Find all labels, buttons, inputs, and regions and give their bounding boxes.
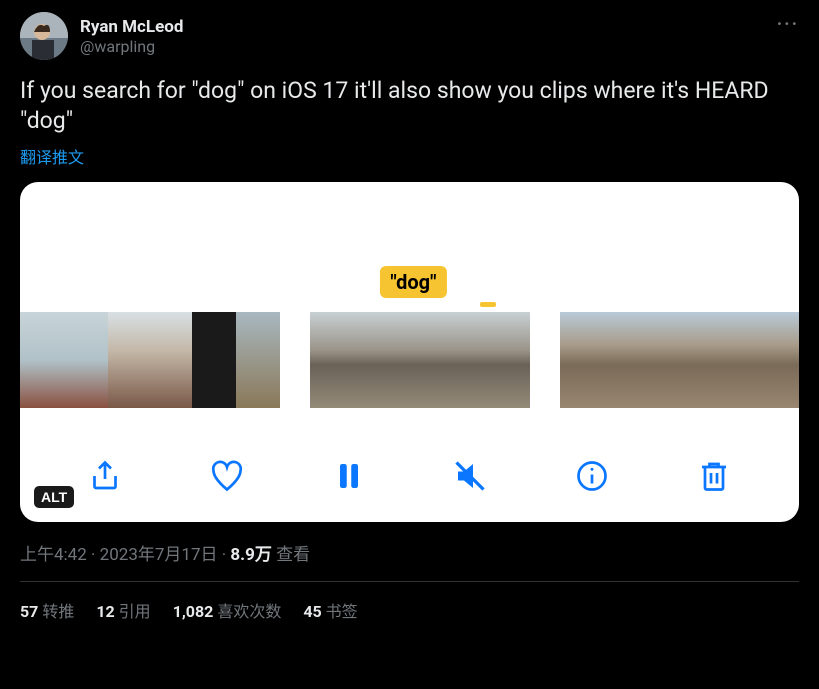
pause-icon[interactable] — [331, 458, 367, 494]
thumbnail — [420, 312, 475, 408]
clip-group-2 — [310, 312, 530, 408]
tweet-container: Ryan McLeod @warpling ··· If you search … — [0, 0, 819, 622]
retweets-stat[interactable]: 57 转推 — [20, 598, 74, 622]
display-name[interactable]: Ryan McLeod — [80, 17, 183, 37]
bookmarks-stat[interactable]: 45 书签 — [303, 598, 357, 622]
thumbnail — [310, 312, 365, 408]
thumbnail — [643, 312, 685, 408]
match-marker — [480, 302, 496, 307]
media-attachment[interactable]: "dog" — [20, 182, 799, 522]
media-toolbar — [20, 458, 799, 494]
thumbnail — [236, 312, 280, 408]
thumbnail — [365, 312, 420, 408]
tweet-meta: 上午4:42 · 2023年7月17日 · 8.9万 查看 — [20, 540, 799, 565]
search-term-badge: "dog" — [380, 266, 446, 298]
mute-icon[interactable] — [452, 458, 488, 494]
user-handle[interactable]: @warpling — [80, 37, 183, 56]
thumbnail — [475, 312, 530, 408]
tweet-header: Ryan McLeod @warpling ··· — [20, 12, 799, 60]
thumbnail — [192, 312, 236, 408]
likes-stat[interactable]: 1,082 喜欢次数 — [173, 598, 282, 622]
thumbnail — [602, 312, 644, 408]
avatar[interactable] — [20, 12, 68, 60]
thumbnail — [727, 312, 769, 408]
thumbnail — [768, 312, 799, 408]
thumbnail — [560, 312, 602, 408]
views-label: 查看 — [272, 545, 310, 565]
heart-icon[interactable] — [209, 458, 245, 494]
thumbnail — [64, 312, 108, 408]
user-names: Ryan McLeod @warpling — [80, 12, 183, 60]
user-info[interactable]: Ryan McLeod @warpling — [20, 12, 183, 60]
alt-badge[interactable]: ALT — [34, 486, 74, 508]
stats-row: 57 转推 12 引用 1,082 喜欢次数 45 书签 — [20, 582, 799, 622]
thumbnail — [685, 312, 727, 408]
quotes-stat[interactable]: 12 引用 — [96, 598, 150, 622]
thumbnail — [108, 312, 152, 408]
clip-group-1 — [20, 312, 280, 408]
thumbnail — [20, 312, 64, 408]
clip-group-3 — [560, 312, 799, 408]
tweet-text: If you search for "dog" on iOS 17 it'll … — [20, 76, 799, 136]
trash-icon[interactable] — [696, 458, 732, 494]
translate-link[interactable]: 翻译推文 — [20, 144, 84, 168]
video-timeline[interactable] — [20, 312, 799, 408]
more-icon[interactable]: ··· — [777, 12, 799, 35]
share-icon[interactable] — [87, 458, 123, 494]
views-count[interactable]: 8.9万 — [230, 545, 271, 565]
time-text[interactable]: 上午4:42 — [20, 545, 87, 565]
info-icon[interactable] — [574, 458, 610, 494]
thumbnail — [152, 312, 191, 408]
date-text[interactable]: 2023年7月17日 — [100, 545, 218, 565]
